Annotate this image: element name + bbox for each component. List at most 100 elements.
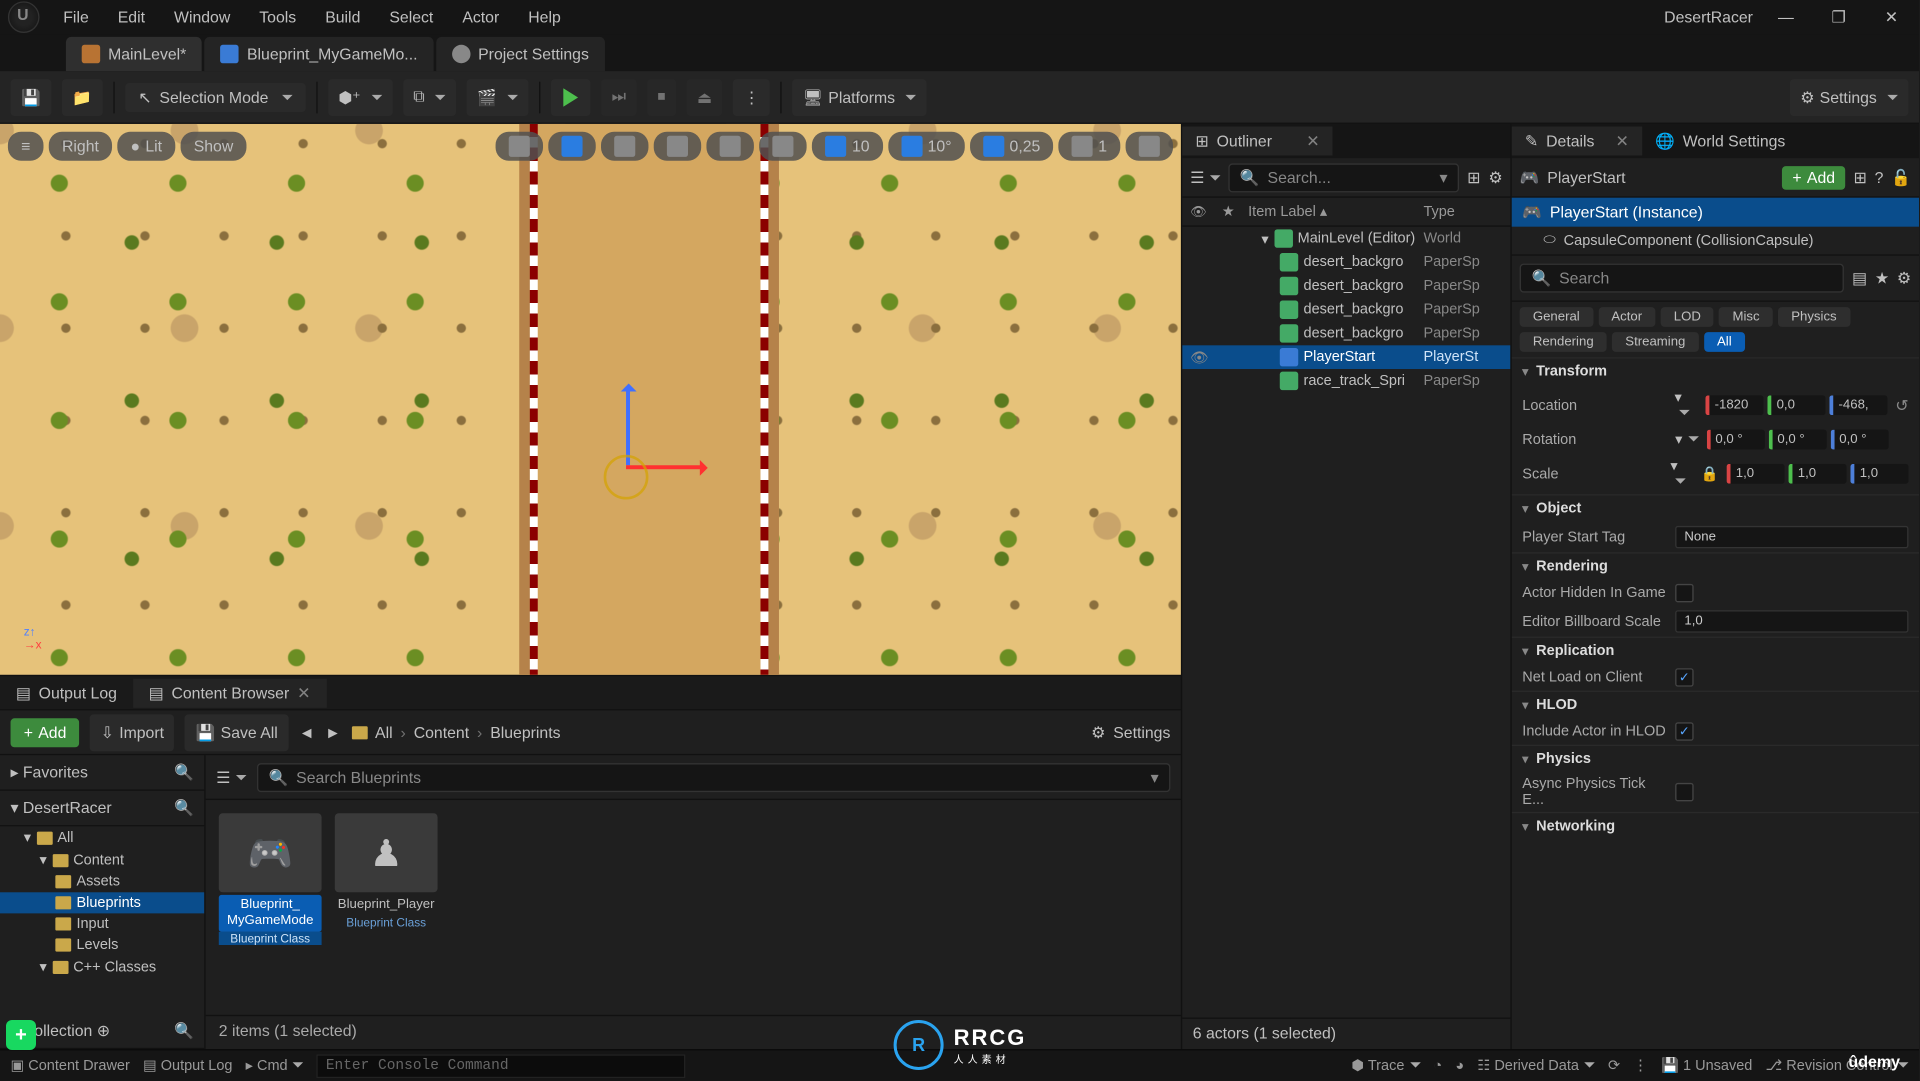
component-row[interactable]: ⬭ CapsuleComponent (CollisionCapsule)	[1512, 227, 1919, 255]
lock-button[interactable]: 🔓	[1891, 168, 1911, 186]
outliner-row-playerstart[interactable]: 👁PlayerStartPlayerSt	[1182, 345, 1510, 369]
checkbox[interactable]	[1675, 722, 1693, 740]
menu-help[interactable]: Help	[515, 3, 574, 32]
checkbox[interactable]	[1675, 584, 1693, 602]
tab-project-settings[interactable]: Project Settings	[436, 37, 605, 71]
category-lod[interactable]: LOD	[1661, 307, 1714, 327]
tree-item-all[interactable]: ▾ All	[0, 826, 204, 848]
outliner-row-desert-backgro[interactable]: desert_backgroPaperSp	[1182, 322, 1510, 346]
level-viewport[interactable]: z↑→x ≡ Right ● Lit Show 10 10° 0,25 1	[0, 124, 1181, 675]
tab-output-log[interactable]: ▤ Output Log	[0, 678, 133, 707]
component-list-button[interactable]: ⊞	[1853, 168, 1866, 186]
stats-button[interactable]: ◔	[1433, 1058, 1442, 1074]
viewport-show-button[interactable]: Show	[181, 132, 247, 161]
outliner-row-desert-backgro[interactable]: desert_backgroPaperSp	[1182, 274, 1510, 298]
tree-item-levels[interactable]: Levels	[0, 934, 204, 955]
category-actor[interactable]: Actor	[1598, 307, 1655, 327]
outliner-row-desert-backgro[interactable]: desert_backgroPaperSp	[1182, 298, 1510, 322]
asset-blueprint-mygamemode[interactable]: 🎮Blueprint_MyGameModeBlueprint Class	[219, 813, 322, 945]
select-tool-button[interactable]	[496, 132, 543, 161]
pin-column[interactable]: ★	[1222, 203, 1240, 220]
breadcrumb-all[interactable]: All	[375, 723, 393, 741]
tab-details[interactable]: ✎ Details ✕	[1512, 127, 1642, 156]
stop-button[interactable]: ⏹	[647, 78, 676, 115]
tab-mainlevel[interactable]: MainLevel*	[66, 37, 202, 71]
category-rendering[interactable]: Rendering	[1520, 332, 1607, 352]
history-back-button[interactable]: ◄	[299, 723, 315, 741]
outliner-row-desert-backgro[interactable]: desert_backgroPaperSp	[1182, 250, 1510, 274]
unsaved-button[interactable]: 💾 1 Unsaved	[1661, 1057, 1752, 1074]
tree-item-input[interactable]: Input	[0, 913, 204, 934]
live-coding-button[interactable]: ⟳	[1608, 1057, 1620, 1074]
viewport-lit-button[interactable]: ● Lit	[117, 132, 175, 161]
asset-search-input[interactable]: 🔍 Search Blueprints ▾	[257, 762, 1171, 791]
skip-button[interactable]: ⏭	[601, 78, 636, 115]
outliner-filter-button[interactable]: ☰	[1190, 168, 1220, 186]
outliner-settings-button[interactable]: ⚙	[1488, 168, 1502, 186]
camera-speed-button[interactable]: 1	[1059, 132, 1121, 161]
stats2-button[interactable]: ◕	[1455, 1058, 1464, 1074]
search-icon[interactable]: 🔍	[174, 1021, 194, 1039]
visibility-column[interactable]	[1190, 204, 1214, 220]
play-options-button[interactable]: ⋮	[733, 78, 770, 115]
add-content-button[interactable]: ⬢⁺	[328, 78, 392, 115]
rotate-tool-button[interactable]	[602, 132, 649, 161]
tree-item-c-classes[interactable]: ▾ C++ Classes	[0, 956, 204, 978]
tab-world-settings[interactable]: 🌐 World Settings	[1642, 127, 1799, 156]
more-button[interactable]: ⋮	[1633, 1057, 1647, 1074]
cinematics-dropdown[interactable]: 🎬	[467, 78, 529, 115]
minimize-button[interactable]: —	[1766, 3, 1806, 32]
close-icon[interactable]: ✕	[1306, 132, 1319, 150]
translate-tool-button[interactable]	[549, 132, 596, 161]
add-folder-button[interactable]: ⊞	[1467, 168, 1480, 186]
gizmo-y-axis[interactable]	[626, 386, 630, 465]
tree-item-content[interactable]: ▾ Content	[0, 849, 204, 871]
category-misc[interactable]: Misc	[1719, 307, 1772, 327]
play-button[interactable]	[551, 78, 591, 115]
save-button[interactable]: 💾	[11, 78, 52, 115]
favorites-section[interactable]: ▸ Favorites 🔍	[0, 755, 204, 791]
details-settings-button[interactable]: ⚙	[1897, 269, 1911, 287]
derived-data-button[interactable]: ☷ Derived Data	[1477, 1057, 1594, 1074]
add-button[interactable]: + Add	[11, 718, 80, 747]
category-streaming[interactable]: Streaming	[1612, 332, 1698, 352]
breadcrumb-content[interactable]: Content	[414, 723, 469, 741]
type-column[interactable]: Type	[1423, 204, 1502, 220]
maximize-button[interactable]: ❐	[1819, 3, 1859, 32]
import-button[interactable]: ⇩ Import	[90, 714, 174, 751]
cmd-dropdown[interactable]: ▸ Cmd	[246, 1057, 304, 1074]
eject-button[interactable]: ⏏	[686, 78, 722, 115]
menu-file[interactable]: File	[50, 3, 102, 32]
content-drawer-button[interactable]: ▣ Content Drawer	[11, 1057, 130, 1074]
menu-select[interactable]: Select	[376, 3, 446, 32]
category-all[interactable]: All	[1704, 332, 1745, 352]
tab-blueprint-gamemode[interactable]: Blueprint_MyGameMo...	[205, 37, 434, 71]
viewport-menu-button[interactable]: ≡	[8, 132, 44, 161]
menu-edit[interactable]: Edit	[105, 3, 159, 32]
close-icon[interactable]: ✕	[297, 683, 310, 701]
viewport-perspective-button[interactable]: Right	[49, 132, 112, 161]
asset-blueprint-player[interactable]: ♟Blueprint_PlayerBlueprint Class	[335, 813, 438, 929]
favorites-button[interactable]: ★	[1875, 269, 1889, 287]
actor-instance-row[interactable]: 🎮 PlayerStart (Instance)	[1512, 198, 1919, 227]
save-all-button[interactable]: 💾 Save All	[185, 714, 288, 751]
browse-button[interactable]: 📁	[62, 78, 103, 115]
history-fwd-button[interactable]: ►	[325, 723, 341, 741]
project-section[interactable]: ▾ DesertRacer 🔍	[0, 791, 204, 827]
editor-mode-dropdown[interactable]: ↖ Selection Mode	[125, 82, 305, 111]
list-view-button[interactable]: ▤	[1852, 269, 1867, 287]
checkbox[interactable]	[1675, 783, 1693, 801]
tree-item-blueprints[interactable]: Blueprints	[0, 892, 204, 913]
trace-button[interactable]: ⬢ Trace	[1351, 1057, 1420, 1074]
menu-actor[interactable]: Actor	[449, 3, 512, 32]
text-field[interactable]	[1675, 610, 1908, 632]
menu-tools[interactable]: Tools	[246, 3, 309, 32]
breadcrumb-blueprints[interactable]: Blueprints	[490, 723, 560, 741]
platforms-dropdown[interactable]: 🖥 Platforms	[792, 78, 926, 115]
tab-outliner[interactable]: ⊞ Outliner ✕	[1182, 127, 1332, 156]
add-component-button[interactable]: + Add	[1782, 165, 1846, 189]
search-icon[interactable]: 🔍	[174, 799, 194, 817]
console-command-input[interactable]: Enter Console Command	[317, 1054, 686, 1078]
viewport-layout-button[interactable]	[1126, 132, 1173, 161]
search-icon[interactable]: 🔍	[174, 763, 194, 781]
